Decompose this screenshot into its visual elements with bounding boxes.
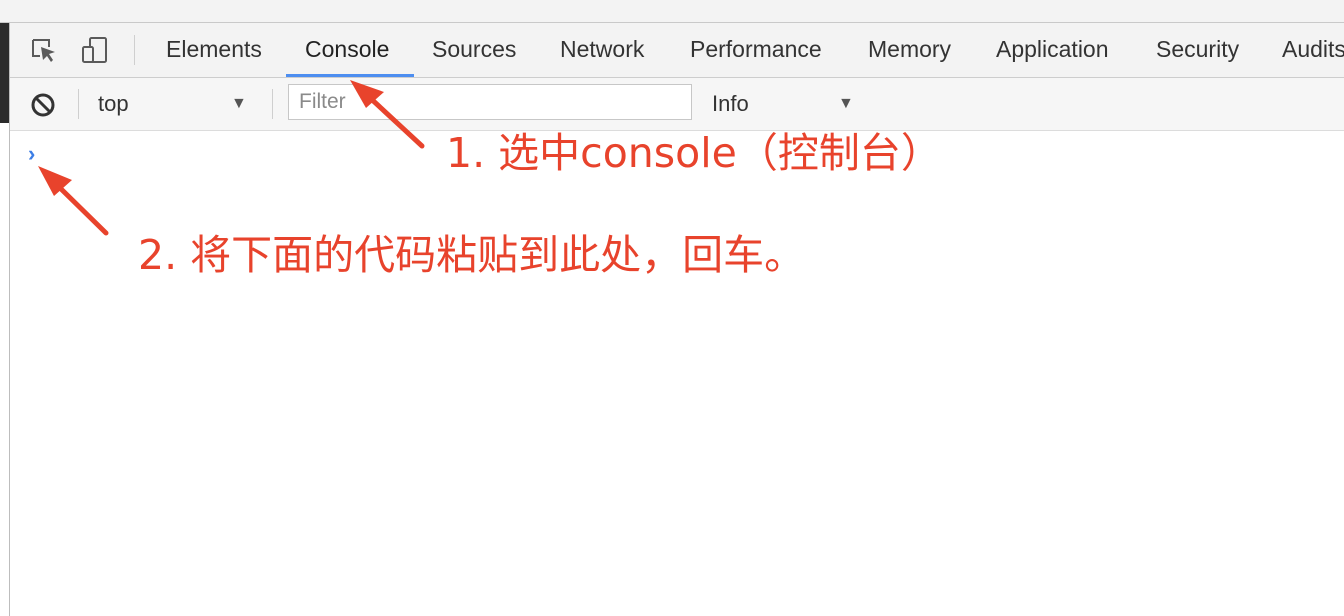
console-toolbar: top ▼ Info ▼ xyxy=(10,78,1344,131)
tab-application[interactable]: Application xyxy=(996,23,1109,77)
clear-console-icon[interactable] xyxy=(28,90,58,120)
inspect-element-icon[interactable] xyxy=(28,35,58,65)
log-level-select[interactable]: Info ▼ xyxy=(710,88,870,120)
tab-audits[interactable]: Audits xyxy=(1282,23,1344,77)
window-top-strip xyxy=(0,0,1344,23)
log-level-value: Info xyxy=(712,91,749,116)
console-output-area[interactable]: › xyxy=(10,131,1344,616)
log-level-dropdown-icon: ▼ xyxy=(838,95,854,112)
annotation-step-2: 2. 将下面的代码粘贴到此处，回车。 xyxy=(138,231,806,279)
tab-security[interactable]: Security xyxy=(1156,23,1239,77)
tab-memory[interactable]: Memory xyxy=(868,23,951,77)
tab-performance[interactable]: Performance xyxy=(690,23,822,77)
annotation-step-1: 1. 选中console（控制台） xyxy=(446,129,942,177)
devtools-tabbar: Elements Console Sources Network Perform… xyxy=(10,23,1344,78)
toolbar-separator xyxy=(272,89,273,119)
tabbar-separator xyxy=(134,35,135,65)
tab-network[interactable]: Network xyxy=(560,23,644,77)
device-toolbar-icon[interactable] xyxy=(80,35,110,65)
toolbar-separator xyxy=(78,89,79,119)
tab-elements[interactable]: Elements xyxy=(166,23,262,77)
tab-console[interactable]: Console xyxy=(305,23,389,77)
tab-sources[interactable]: Sources xyxy=(432,23,516,77)
context-dropdown-icon: ▼ xyxy=(231,95,247,112)
filter-input[interactable] xyxy=(288,84,692,120)
page-edge xyxy=(0,23,9,123)
execution-context-value: top xyxy=(98,91,129,116)
console-prompt-icon: › xyxy=(28,141,36,166)
execution-context-select[interactable]: top ▼ xyxy=(96,88,256,120)
active-tab-indicator xyxy=(286,74,414,77)
